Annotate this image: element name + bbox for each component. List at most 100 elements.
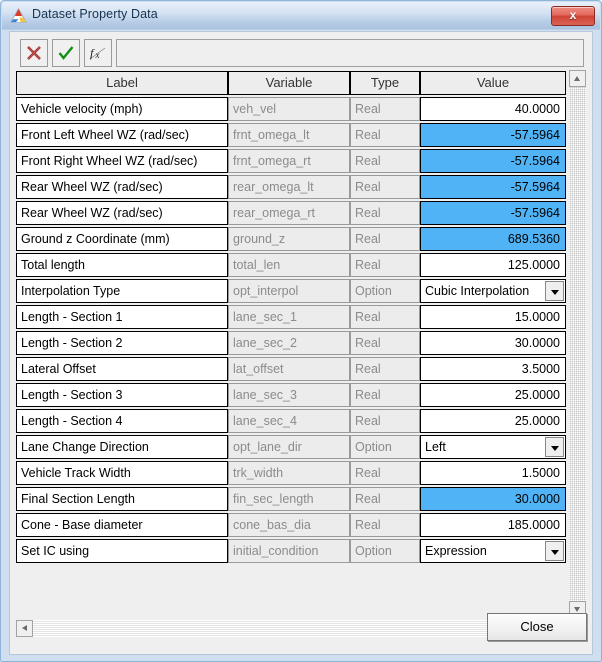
row-value-input[interactable]: 25.0000 — [420, 409, 566, 433]
row-label[interactable]: Cone - Base diameter — [16, 513, 228, 537]
row-value-text: 125.0000 — [507, 258, 560, 272]
grid-row: Length - Section 3 lane_sec_3 Real 25.0000 — [16, 382, 568, 408]
row-value-text: 689.5360 — [507, 232, 560, 246]
row-label[interactable]: Final Section Length — [16, 487, 228, 511]
row-value-input[interactable]: -57.5964 — [420, 149, 566, 173]
chevron-down-icon[interactable] — [545, 437, 564, 457]
row-value-input[interactable]: 3.5000 — [420, 357, 566, 381]
row-value-input[interactable]: 125.0000 — [420, 253, 566, 277]
grid-row: Set IC using initial_condition Option Expre… — [16, 538, 568, 564]
row-value-dropdown[interactable]: Cubic Interpolation — [420, 279, 566, 303]
row-value-input[interactable]: 30.0000 — [420, 487, 566, 511]
chevron-down-icon[interactable] — [545, 541, 564, 561]
function-builder-button[interactable]: f x — [84, 39, 112, 67]
row-value-text: 25.0000 — [514, 388, 560, 402]
row-label[interactable]: Vehicle velocity (mph) — [16, 97, 228, 121]
row-value-text: 40.0000 — [514, 102, 560, 116]
title-bar: Dataset Property Data x — [2, 2, 600, 30]
row-value-input[interactable]: -57.5964 — [420, 201, 566, 225]
row-value-input[interactable]: -57.5964 — [420, 123, 566, 147]
row-label[interactable]: Ground z Coordinate (mm) — [16, 227, 228, 251]
grid-row: Rear Wheel WZ (rad/sec) rear_omega_lt Real… — [16, 174, 568, 200]
row-type: Real — [350, 331, 420, 355]
row-value-text: 25.0000 — [514, 414, 560, 428]
row-value-input[interactable]: 689.5360 — [420, 227, 566, 251]
row-label[interactable]: Set IC using — [16, 539, 228, 563]
expression-input[interactable] — [116, 39, 584, 67]
grid-row: Vehicle velocity (mph) veh_vel Real 40.0000 — [16, 96, 568, 122]
row-label[interactable]: Rear Wheel WZ (rad/sec) — [16, 201, 228, 225]
scroll-up-arrow-icon[interactable] — [569, 70, 586, 87]
grid-row: Vehicle Track Width trk_width Real 1.5000 — [16, 460, 568, 486]
row-label[interactable]: Lateral Offset — [16, 357, 228, 381]
row-label[interactable]: Total length — [16, 253, 228, 277]
svg-text:f: f — [90, 46, 95, 60]
row-label[interactable]: Interpolation Type — [16, 279, 228, 303]
row-value-input[interactable]: 1.5000 — [420, 461, 566, 485]
row-value-dropdown[interactable]: Expression — [420, 539, 566, 563]
window-close-button[interactable]: x — [551, 6, 595, 26]
row-label[interactable]: Vehicle Track Width — [16, 461, 228, 485]
row-label[interactable]: Front Right Wheel WZ (rad/sec) — [16, 149, 228, 173]
column-header-label[interactable]: Label — [16, 71, 228, 95]
toolbar: f x — [16, 37, 586, 69]
row-value-input[interactable]: 30.0000 — [420, 331, 566, 355]
row-type: Real — [350, 487, 420, 511]
row-type: Real — [350, 123, 420, 147]
row-type: Real — [350, 357, 420, 381]
row-variable: veh_vel — [228, 97, 350, 121]
grid-header-row: Label Variable Type Value — [16, 70, 568, 96]
window-title: Dataset Property Data — [32, 7, 158, 21]
grid-row: Length - Section 2 lane_sec_2 Real 30.0000 — [16, 330, 568, 356]
row-value-input[interactable]: 15.0000 — [420, 305, 566, 329]
row-variable: lane_sec_4 — [228, 409, 350, 433]
row-value-text: Expression — [425, 544, 487, 558]
row-variable: lane_sec_2 — [228, 331, 350, 355]
row-type: Real — [350, 97, 420, 121]
row-value-dropdown[interactable]: Left — [420, 435, 566, 459]
row-value-input[interactable]: -57.5964 — [420, 175, 566, 199]
row-label[interactable]: Length - Section 4 — [16, 409, 228, 433]
row-type: Real — [350, 201, 420, 225]
row-label[interactable]: Length - Section 2 — [16, 331, 228, 355]
row-value-text: -57.5964 — [510, 128, 560, 142]
row-variable: rear_omega_lt — [228, 175, 350, 199]
column-header-type[interactable]: Type — [350, 71, 420, 95]
scroll-left-arrow-icon[interactable] — [16, 620, 33, 637]
row-type: Real — [350, 175, 420, 199]
close-icon: x — [569, 8, 577, 22]
row-value-input[interactable]: 25.0000 — [420, 383, 566, 407]
column-header-value[interactable]: Value — [420, 71, 566, 95]
row-type: Real — [350, 305, 420, 329]
row-label[interactable]: Lane Change Direction — [16, 435, 228, 459]
row-label[interactable]: Rear Wheel WZ (rad/sec) — [16, 175, 228, 199]
grid-row: Length - Section 4 lane_sec_4 Real 25.0000 — [16, 408, 568, 434]
dialog-window: Dataset Property Data x f x Label Variab… — [0, 0, 602, 662]
grid-row: Rear Wheel WZ (rad/sec) rear_omega_rt Real… — [16, 200, 568, 226]
grid-row: Total length total_len Real 125.0000 — [16, 252, 568, 278]
vertical-scrollbar[interactable] — [569, 70, 586, 618]
row-label[interactable]: Length - Section 3 — [16, 383, 228, 407]
grid-row: Lateral Offset lat_offset Real 3.5000 — [16, 356, 568, 382]
cancel-edit-button[interactable] — [20, 39, 48, 67]
row-value-input[interactable]: 40.0000 — [420, 97, 566, 121]
row-variable: frnt_omega_lt — [228, 123, 350, 147]
chevron-down-icon[interactable] — [545, 281, 564, 301]
row-type: Option — [350, 435, 420, 459]
row-value-input[interactable]: 185.0000 — [420, 513, 566, 537]
row-variable: total_len — [228, 253, 350, 277]
column-header-variable[interactable]: Variable — [228, 71, 350, 95]
vertical-scroll-track[interactable] — [569, 87, 586, 601]
row-type: Real — [350, 149, 420, 173]
row-label[interactable]: Length - Section 1 — [16, 305, 228, 329]
row-value-text: Left — [425, 440, 446, 454]
close-button[interactable]: Close — [487, 613, 587, 641]
grid-row: Length - Section 1 lane_sec_1 Real 15.0000 — [16, 304, 568, 330]
row-value-text: Cubic Interpolation — [425, 284, 530, 298]
accept-edit-button[interactable] — [52, 39, 80, 67]
row-variable: opt_interpol — [228, 279, 350, 303]
row-label[interactable]: Front Left Wheel WZ (rad/sec) — [16, 123, 228, 147]
row-value-text: 1.5000 — [521, 466, 560, 480]
property-grid-body: Label Variable Type Value Vehicle velocity (… — [16, 70, 568, 618]
grid-row: Ground z Coordinate (mm) ground_z Real 689.… — [16, 226, 568, 252]
